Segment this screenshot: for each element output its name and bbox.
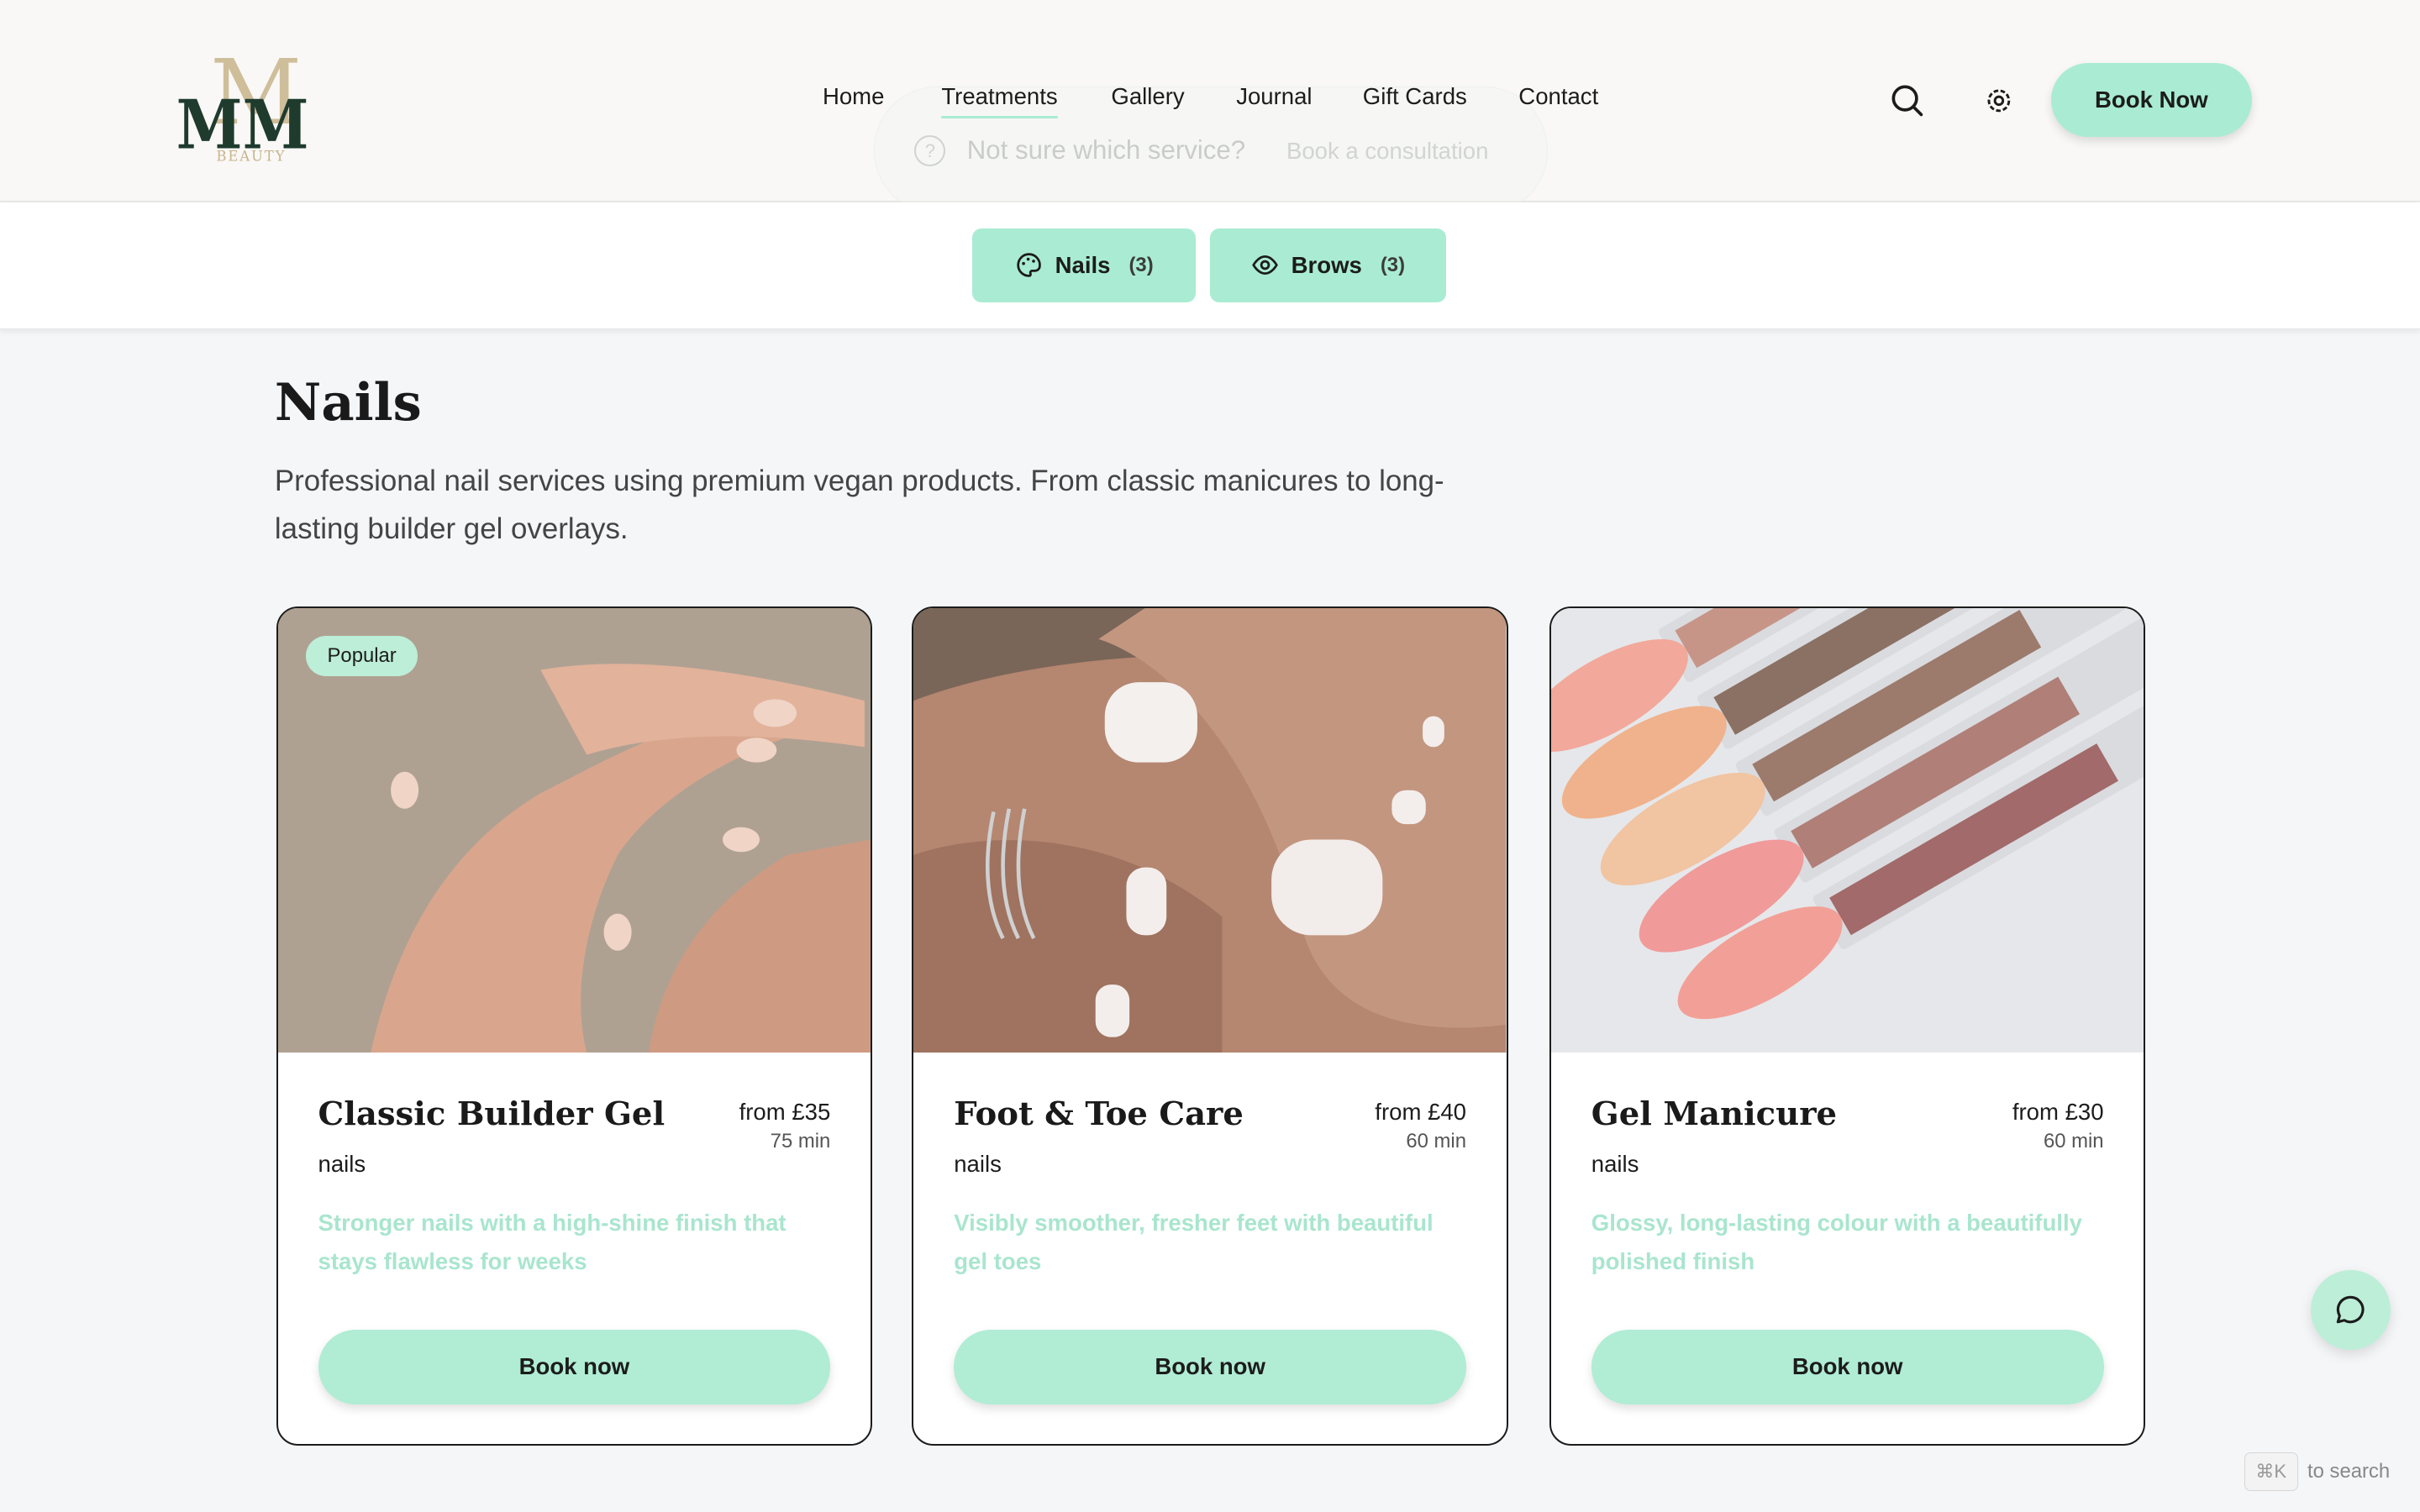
- book-now-button[interactable]: Book now: [1591, 1330, 2104, 1404]
- palette-icon: [1017, 253, 1041, 278]
- nav-journal[interactable]: Journal: [1236, 83, 1312, 110]
- chat-button[interactable]: [2310, 1269, 2391, 1351]
- eye-icon: [1252, 255, 1278, 276]
- help-icon: ?: [914, 134, 946, 166]
- service-card[interactable]: Popular Classic Builder Gel from £35 75 …: [276, 606, 873, 1446]
- service-image: [913, 607, 1507, 1053]
- service-duration: 60 min: [2043, 1129, 2104, 1152]
- service-description: Glossy, long-lasting colour with a beaut…: [1591, 1209, 2082, 1274]
- shortcut-text: to search: [2307, 1460, 2391, 1483]
- section-title: Nails: [274, 373, 422, 433]
- category-tabs: Nails (3) Brows (3): [0, 202, 2420, 330]
- nav-gallery[interactable]: Gallery: [1111, 83, 1184, 110]
- nav-gift-cards[interactable]: Gift Cards: [1363, 83, 1467, 110]
- tab-brows[interactable]: Brows (3): [1209, 228, 1446, 302]
- nav-contact[interactable]: Contact: [1518, 83, 1598, 110]
- book-now-button[interactable]: Book now: [954, 1330, 1467, 1404]
- service-category: nails: [318, 1151, 366, 1178]
- book-now-button[interactable]: Book now: [318, 1330, 831, 1404]
- nav-treatments[interactable]: Treatments: [941, 83, 1059, 120]
- search-icon: [1891, 85, 1923, 116]
- service-duration: 60 min: [1406, 1129, 1467, 1152]
- service-price: from £40: [1375, 1098, 1467, 1125]
- service-description: Stronger nails with a high-shine finish …: [318, 1209, 786, 1274]
- logo-subtext: BEAUTY: [216, 148, 286, 164]
- service-name: Gel Manicure: [1591, 1095, 1838, 1134]
- book-now-button[interactable]: Book Now: [2050, 63, 2252, 138]
- chat-bubble-icon: [2337, 1296, 2365, 1324]
- service-description: Visibly smoother, fresher feet with beau…: [954, 1209, 1434, 1274]
- service-price: from £35: [739, 1098, 831, 1125]
- gear-icon: [1987, 88, 2010, 112]
- service-card[interactable]: Foot & Toe Care from £40 60 min nails Vi…: [912, 606, 1508, 1446]
- site-header: M MM BEAUTY ? Not sure which service? Bo…: [0, 0, 2420, 215]
- tab-brows-label: Brows: [1291, 251, 1362, 278]
- search-button[interactable]: [1887, 81, 1928, 121]
- service-card[interactable]: Gel Manicure from £30 60 min nails Gloss…: [1549, 606, 2146, 1446]
- tab-brows-count: (3): [1380, 253, 1406, 276]
- shortcut-key: ⌘K: [2244, 1452, 2298, 1492]
- service-price: from £30: [2012, 1098, 2104, 1125]
- consult-link[interactable]: Book a consultation: [1286, 138, 1488, 165]
- popular-badge: Popular: [305, 635, 418, 676]
- service-image: [1551, 607, 2144, 1053]
- service-duration: 75 min: [770, 1129, 831, 1152]
- settings-button[interactable]: [1979, 81, 2019, 121]
- service-name: Foot & Toe Care: [954, 1095, 1244, 1134]
- service-name: Classic Builder Gel: [318, 1095, 666, 1134]
- service-category: nails: [1591, 1151, 1639, 1178]
- service-image: Popular: [277, 607, 871, 1053]
- logo[interactable]: M MM BEAUTY: [173, 31, 312, 167]
- service-category: nails: [954, 1151, 1002, 1178]
- search-shortcut-hint: ⌘K to search: [2244, 1452, 2391, 1492]
- tab-nails-label: Nails: [1055, 251, 1111, 278]
- section-description: Professional nail services using premium…: [274, 465, 1444, 546]
- tab-nails-count: (3): [1128, 253, 1154, 276]
- nav-home[interactable]: Home: [823, 83, 884, 110]
- tab-nails[interactable]: Nails (3): [972, 228, 1197, 302]
- consult-title: Not sure which service?: [966, 134, 1246, 165]
